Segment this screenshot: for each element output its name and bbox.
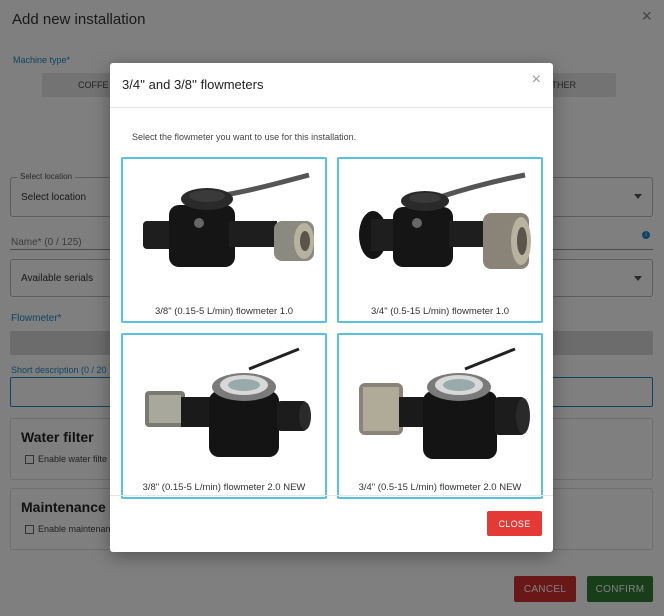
flowmeter-option-label: 3/8" (0.15-5 L/min) flowmeter 1.0 [154, 306, 293, 317]
flowmeter-image [143, 172, 314, 267]
flowmeter-image [145, 347, 311, 457]
modal-title: 3/4'' and 3/8'' flowmeters [122, 77, 264, 92]
flowmeter-option-38-v1[interactable]: 3/8" (0.15-5 L/min) flowmeter 1.0 [121, 157, 327, 323]
divider [110, 495, 553, 496]
flowmeter-option-34-v1[interactable]: 3/4" (0.5-15 L/min) flowmeter 1.0 [337, 157, 543, 323]
close-icon[interactable]: × [532, 71, 541, 89]
flowmeter-image [359, 172, 531, 269]
modal-instruction: Select the flowmeter you want to use for… [132, 132, 357, 142]
divider [110, 107, 553, 108]
flowmeter-option-38-v2[interactable]: 3/8" (0.15-5 L/min) flowmeter 2.0 NEW [121, 333, 327, 499]
flowmeter-modal: 3/4'' and 3/8'' flowmeters × Select the … [110, 63, 553, 552]
flowmeter-option-label: 3/4" (0.5-15 L/min) flowmeter 1.0 [370, 306, 509, 317]
close-button[interactable]: CLOSE [487, 511, 542, 536]
flowmeter-option-label: 3/8" (0.15-5 L/min) flowmeter 2.0 NEW [142, 482, 306, 493]
flowmeter-image [359, 347, 530, 459]
flowmeter-option-34-v2[interactable]: 3/4" (0.5-15 L/min) flowmeter 2.0 NEW [337, 333, 543, 499]
flowmeter-option-label: 3/4" (0.5-15 L/min) flowmeter 2.0 NEW [358, 482, 522, 493]
